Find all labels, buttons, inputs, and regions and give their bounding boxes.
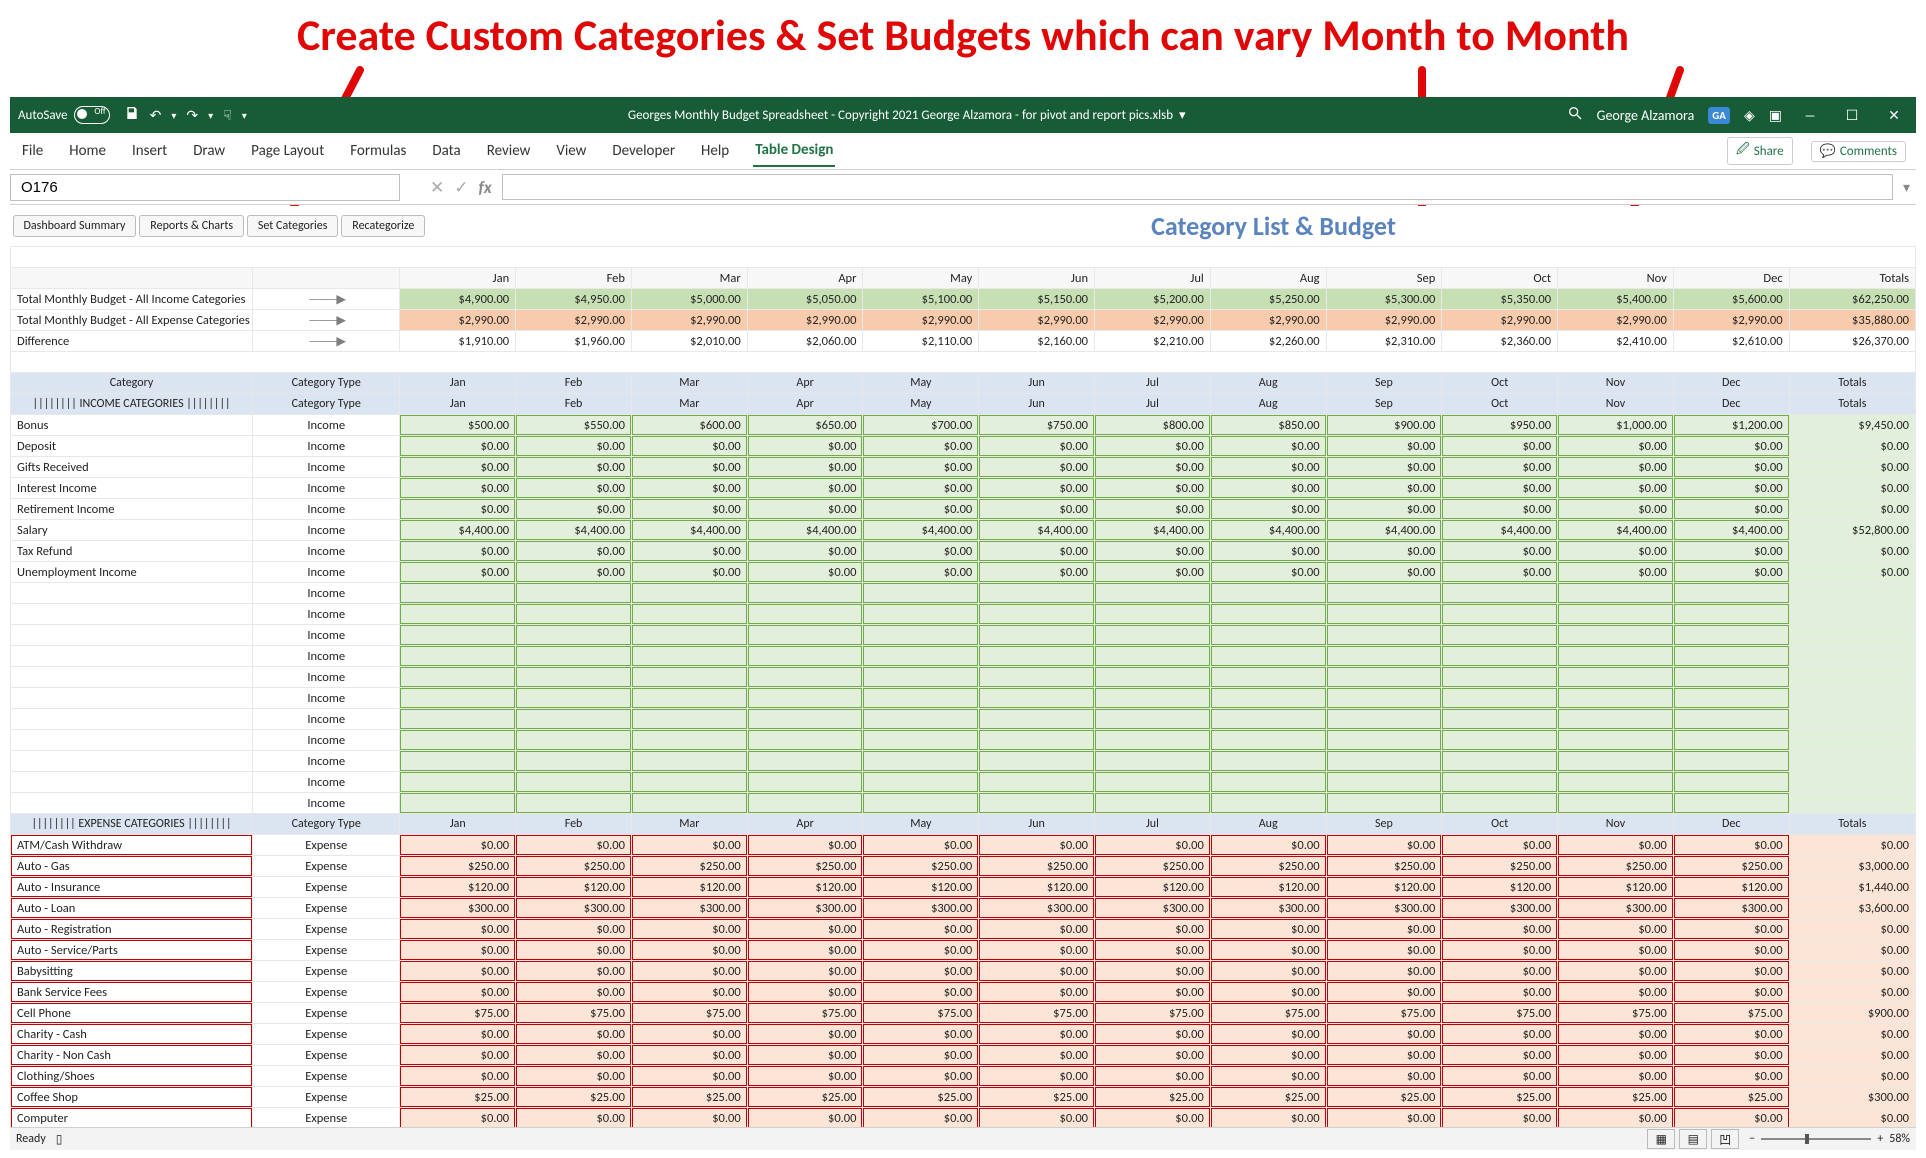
zoom-level[interactable]: 58% (1889, 1132, 1910, 1146)
tab-home[interactable]: Home (67, 136, 108, 166)
share-button[interactable]: 🖉 Share (1727, 137, 1793, 165)
formula-input[interactable] (502, 174, 1893, 200)
ribbon-display-icon[interactable]: ▣ (1769, 107, 1782, 124)
maximize-button[interactable]: ☐ (1838, 107, 1866, 124)
zoom-in-icon[interactable]: + (1877, 1132, 1883, 1146)
cancel-formula-icon[interactable]: ✕ (430, 177, 444, 198)
zoom-out-icon[interactable]: − (1749, 1132, 1755, 1146)
name-box[interactable] (10, 174, 400, 201)
minimize-button[interactable]: ― (1796, 107, 1824, 124)
tab-review[interactable]: Review (485, 136, 533, 166)
user-name[interactable]: George Alzamora (1597, 107, 1695, 124)
tab-formulas[interactable]: Formulas (348, 136, 408, 166)
touch-mode-icon[interactable]: ☟ (223, 107, 232, 124)
view-page-layout-icon[interactable]: ▤ (1679, 1129, 1707, 1149)
status-ready: Ready (16, 1132, 46, 1146)
redo-icon[interactable]: ↷ (186, 107, 198, 124)
autosave-toggle[interactable]: AutoSave Off (18, 106, 110, 124)
toolbar-button[interactable]: Reports & Charts (139, 215, 244, 237)
tab-view[interactable]: View (554, 136, 588, 166)
document-title: Georges Monthly Budget Spreadsheet - Cop… (257, 108, 1557, 123)
diamond-icon[interactable]: ◈ (1744, 107, 1755, 124)
tab-help[interactable]: Help (699, 136, 731, 166)
tab-draw[interactable]: Draw (191, 136, 227, 166)
user-avatar[interactable]: GA (1708, 107, 1730, 124)
comments-button[interactable]: 💬 Comments (1811, 141, 1906, 162)
toolbar-button[interactable]: Recategorize (341, 215, 425, 237)
macro-record-icon[interactable]: ▯ (56, 1132, 63, 1147)
expand-formula-icon[interactable]: ▾ (1903, 179, 1910, 196)
toolbar-button[interactable]: Dashboard Summary (13, 215, 137, 237)
tab-page-layout[interactable]: Page Layout (249, 136, 326, 166)
save-icon[interactable] (124, 105, 140, 125)
undo-icon[interactable]: ↶ (150, 107, 162, 124)
status-bar: Ready ▯ ▦ ▤ 凹 − + 58% (10, 1127, 1916, 1150)
tab-data[interactable]: Data (430, 136, 462, 166)
tab-developer[interactable]: Developer (610, 136, 677, 166)
toolbar-button[interactable]: Set Categories (247, 215, 339, 237)
search-icon[interactable] (1567, 105, 1583, 125)
formula-bar: ✕ ✓ fx ▾ (10, 170, 1916, 205)
annotation-text: Create Custom Categories & Set Budgets w… (0, 8, 1926, 62)
zoom-slider[interactable] (1761, 1138, 1871, 1140)
tab-file[interactable]: File (20, 136, 45, 166)
tab-table-design[interactable]: Table Design (753, 135, 835, 167)
titlebar: AutoSave Off ↶ ▾ ↷ ▾ ☟ ▾ Georges Monthly… (10, 97, 1916, 133)
ribbon-tabs: File Home Insert Draw Page Layout Formul… (10, 133, 1916, 170)
fx-icon[interactable]: fx (479, 177, 492, 198)
view-normal-icon[interactable]: ▦ (1647, 1129, 1675, 1149)
close-button[interactable]: ✕ (1880, 107, 1908, 124)
accept-formula-icon[interactable]: ✓ (454, 177, 468, 198)
view-page-break-icon[interactable]: 凹 (1711, 1129, 1739, 1149)
worksheet-grid[interactable]: Dashboard Summary Reports & Charts Set C… (10, 206, 1916, 1128)
tab-insert[interactable]: Insert (130, 136, 169, 166)
